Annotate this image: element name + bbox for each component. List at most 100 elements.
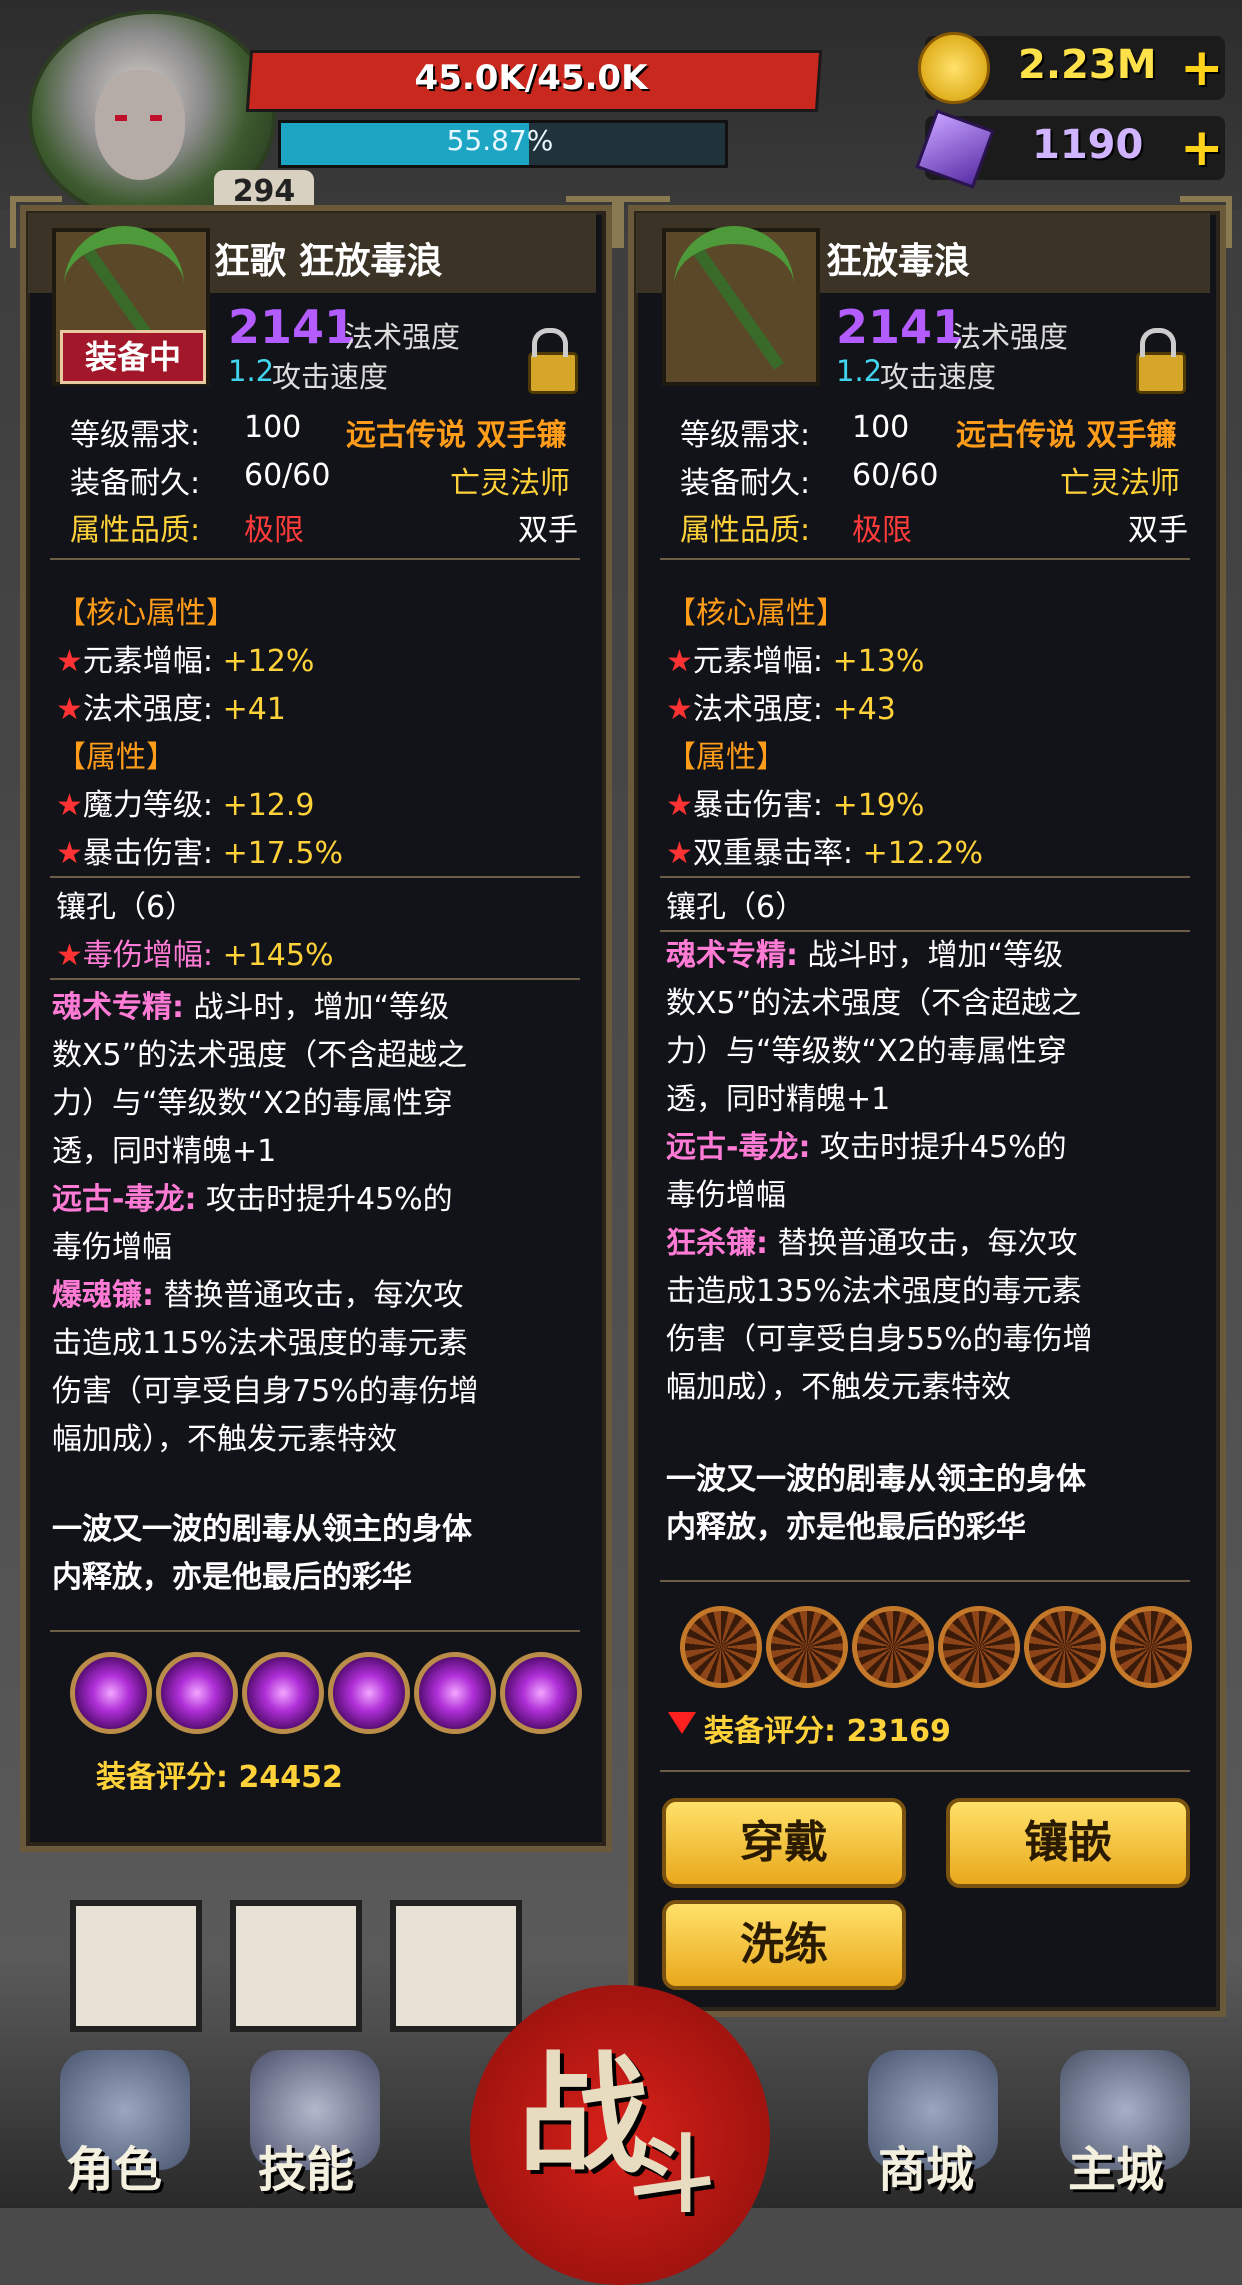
star-icon: ★ xyxy=(56,644,83,679)
item-score: 装备评分: 24452 xyxy=(96,1760,343,1795)
socket-purple-gem[interactable] xyxy=(242,1652,324,1734)
equipment-slot[interactable] xyxy=(390,1900,522,2032)
durability-value: 60/60 xyxy=(244,458,331,493)
nav-shop[interactable]: 商城 xyxy=(878,2130,974,2200)
empty-socket[interactable] xyxy=(1024,1606,1106,1688)
empty-socket[interactable] xyxy=(1110,1606,1192,1688)
sockets-label: 镶孔（6） xyxy=(666,890,806,925)
level-requirement-value: 100 xyxy=(852,410,910,445)
avatar-face xyxy=(95,70,185,180)
equip-button[interactable]: 穿戴 xyxy=(662,1798,906,1888)
add-gold-button[interactable]: + xyxy=(1180,42,1224,94)
divider xyxy=(50,978,580,980)
star-icon: ★ xyxy=(56,938,83,973)
durability-value: 60/60 xyxy=(852,458,939,493)
socket-purple-gem[interactable] xyxy=(414,1652,496,1734)
star-icon: ★ xyxy=(56,788,83,823)
level-requirement-label: 等级需求: xyxy=(680,418,811,453)
divider xyxy=(50,558,580,560)
attributes-heading: 【属性】 xyxy=(56,740,176,775)
attack-speed-label: 攻击速度 xyxy=(272,360,389,394)
item-rarity-type: 远古传说 双手镰 xyxy=(956,418,1177,453)
quality-value: 极限 xyxy=(244,513,304,548)
gem-amount: 1190 xyxy=(1032,122,1144,168)
attribute-row: ★双重暴击率: +12.2% xyxy=(666,836,984,871)
item-flavor-text: 一波又一波的剧毒从领主的身体 内释放，亦是他最后的彩华 xyxy=(52,1512,472,1595)
item-title: 狂歌 狂放毒浪 xyxy=(214,241,443,282)
attributes-heading: 【属性】 xyxy=(666,740,786,775)
empty-socket[interactable] xyxy=(938,1606,1020,1688)
lock-shackle-icon xyxy=(1140,328,1176,357)
reforge-button[interactable]: 洗练 xyxy=(662,1900,906,1990)
attribute-row: ★暴击伤害: +17.5% xyxy=(56,836,344,871)
divider xyxy=(660,876,1190,878)
star-icon: ★ xyxy=(666,836,693,871)
item-score: 装备评分: 23169 xyxy=(704,1714,951,1749)
divider xyxy=(50,876,580,878)
inlay-button[interactable]: 镶嵌 xyxy=(946,1798,1190,1888)
divider xyxy=(660,1770,1190,1772)
score-down-arrow-icon xyxy=(668,1712,696,1734)
quality-label: 属性品质: xyxy=(680,513,811,548)
item-title: 狂放毒浪 xyxy=(826,241,971,282)
core-attribute-row: ★元素增幅: +12% xyxy=(56,644,315,679)
socket-bonus-row: ★毒伤增幅: +145% xyxy=(56,938,334,973)
star-icon: ★ xyxy=(666,692,693,727)
durability-label: 装备耐久: xyxy=(680,466,811,501)
fight-label-2[interactable]: 斗 xyxy=(630,2108,714,2229)
quality-value: 极限 xyxy=(852,513,912,548)
core-attribute-row: ★法术强度: +41 xyxy=(56,692,286,727)
lock-icon[interactable] xyxy=(528,352,578,394)
gold-amount: 2.23M xyxy=(1018,42,1157,88)
corner-ornament xyxy=(566,196,618,248)
divider xyxy=(660,558,1190,560)
avatar-eye xyxy=(115,115,127,121)
socket-purple-gem[interactable] xyxy=(70,1652,152,1734)
xp-text: 55.87% xyxy=(446,124,554,157)
corner-ornament xyxy=(1180,196,1232,248)
nav-skills[interactable]: 技能 xyxy=(258,2130,354,2200)
item-flavor-text: 一波又一波的剧毒从领主的身体 内释放，亦是他最后的彩华 xyxy=(666,1462,1086,1545)
item-class: 亡灵法师 xyxy=(450,466,570,501)
item-rarity-type: 远古传说 双手镰 xyxy=(346,418,567,453)
core-attributes-heading: 【核心属性】 xyxy=(56,596,236,631)
fight-label-1[interactable]: 战 xyxy=(518,2010,648,2198)
equipment-slot[interactable] xyxy=(70,1900,202,2032)
item-class: 亡灵法师 xyxy=(1060,466,1180,501)
spell-power-value: 2141 xyxy=(836,300,965,354)
core-attribute-row: ★法术强度: +43 xyxy=(666,692,896,727)
nav-main-city[interactable]: 主城 xyxy=(1068,2130,1164,2200)
attack-speed-value: 1.2 xyxy=(228,354,275,388)
durability-label: 装备耐久: xyxy=(70,466,201,501)
level-requirement-label: 等级需求: xyxy=(70,418,201,453)
star-icon: ★ xyxy=(666,644,693,679)
attack-speed-label: 攻击速度 xyxy=(880,360,997,394)
skill-list: 魂术专精: 战斗时，增加“等级 数X5”的法术强度（不含超越之 力）与“等级数“… xyxy=(666,938,1093,1405)
core-attributes-heading: 【核心属性】 xyxy=(666,596,846,631)
hp-text: 45.0K/45.0K xyxy=(414,58,648,98)
level-requirement-value: 100 xyxy=(244,410,302,445)
empty-socket[interactable] xyxy=(680,1606,762,1688)
divider xyxy=(660,1580,1190,1582)
empty-socket[interactable] xyxy=(852,1606,934,1688)
add-gems-button[interactable]: + xyxy=(1180,122,1224,174)
star-icon: ★ xyxy=(56,836,83,871)
gold-coin-icon xyxy=(918,32,990,104)
quality-label: 属性品质: xyxy=(70,513,201,548)
socket-purple-gem[interactable] xyxy=(328,1652,410,1734)
lock-icon[interactable] xyxy=(1136,352,1186,394)
nav-character[interactable]: 角色 xyxy=(66,2130,162,2200)
avatar-eye xyxy=(150,115,162,121)
equipment-slot[interactable] xyxy=(230,1900,362,2032)
attribute-row: ★魔力等级: +12.9 xyxy=(56,788,315,823)
attack-speed-value: 1.2 xyxy=(836,354,883,388)
socket-purple-gem[interactable] xyxy=(156,1652,238,1734)
sockets-label: 镶孔（6） xyxy=(56,890,196,925)
socket-purple-gem[interactable] xyxy=(500,1652,582,1734)
spell-power-value: 2141 xyxy=(228,300,357,354)
skill-soul-mastery: 魂术专精: 战斗时，增加“等级 数X5”的法术强度（不含超越之 力）与“等级数“… xyxy=(52,990,479,1457)
spell-power-label: 法术强度 xyxy=(952,320,1069,354)
attribute-row: ★暴击伤害: +19% xyxy=(666,788,925,823)
empty-socket[interactable] xyxy=(766,1606,848,1688)
lock-shackle-icon xyxy=(532,328,568,357)
